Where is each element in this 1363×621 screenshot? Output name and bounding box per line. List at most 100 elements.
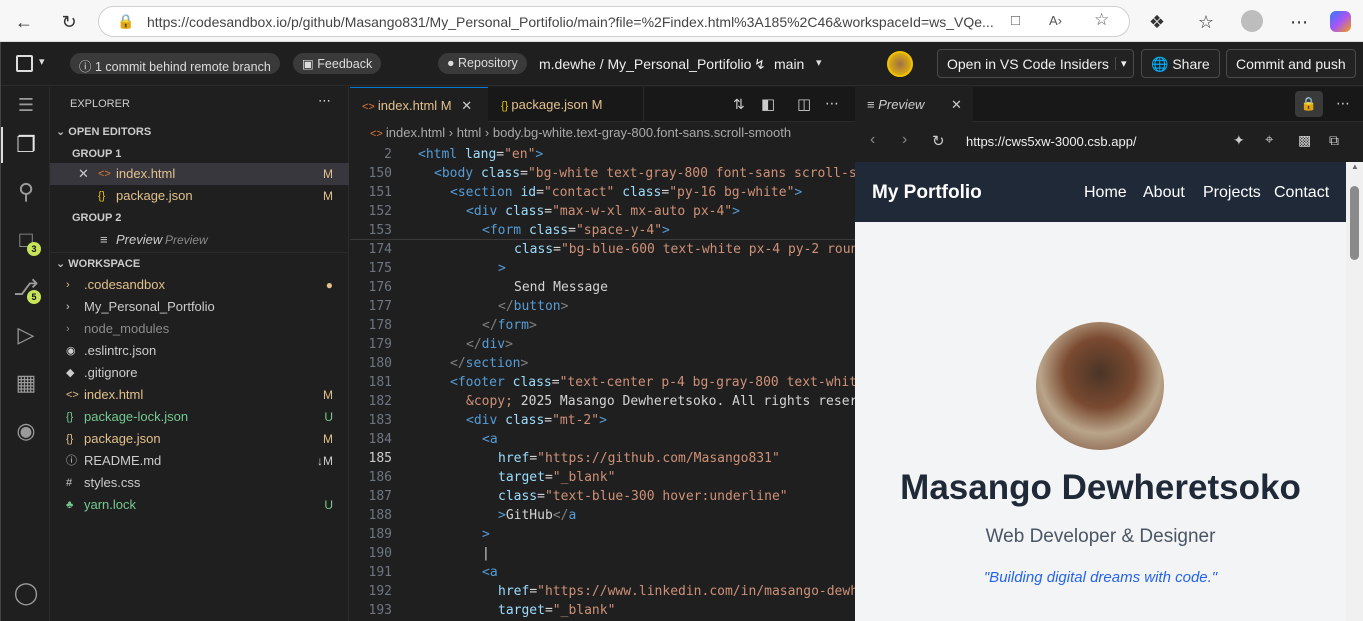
code-token: class [514,242,554,257]
line-code: <footer class="text-center p-4 bg-gray-8… [450,373,855,392]
close-icon[interactable]: ✕ [78,163,89,185]
address-bar[interactable]: 🔒 https://codesandbox.io/p/github/Masang… [98,6,1130,37]
menu-square-icon[interactable] [16,55,33,72]
extensions-icon[interactable]: ❖ [1144,9,1170,35]
breadcrumb-html[interactable]: html [457,125,482,140]
activity-bar: ☰ ❐ ⚲ □ 3 ⎇ 5 ▷ ▦ ◉ ◯ [1,87,50,621]
chevron-down-icon[interactable]: ▾ [39,55,45,68]
code-token: "text-blue-300 hover:underline" [544,489,788,504]
back-icon[interactable]: ← [11,9,37,35]
tab-package-json[interactable]: {} package.json M [489,87,644,122]
file-tree-item[interactable]: ◉ .eslintrc.json [50,340,349,362]
tab-preview[interactable]: ≡ Preview ✕ [855,87,973,122]
preview-forward-icon[interactable]: › [902,131,907,149]
code-line: 175 > [350,259,855,278]
code-line: 180 </section> [350,354,855,373]
lock-icon[interactable]: 🔒 [1295,91,1323,117]
tab-close-icon[interactable]: ✕ [461,98,472,113]
share-button[interactable]: 🌐 Share [1141,49,1220,78]
extensions-icon[interactable]: ▦ [11,368,41,398]
preview-scrollbar[interactable]: ▲ [1346,162,1363,621]
scroll-up-icon[interactable]: ▲ [1351,162,1359,171]
run-debug-icon[interactable]: ▷ [11,320,41,350]
inspect-icon[interactable]: ⌖ [1265,131,1273,148]
reader-icon[interactable]: □ [1011,12,1020,29]
code-token: > [528,318,537,333]
open-external-icon[interactable]: ⧉ [1329,132,1339,149]
nav-projects-link[interactable]: Projects [1203,184,1261,202]
branch-name[interactable]: main [774,56,804,72]
repo-path[interactable]: m.dewhe / My_Personal_Portifolio [539,56,751,72]
preview-reload-icon[interactable]: ↻ [932,132,945,150]
scroll-thumb[interactable] [1350,186,1359,260]
open-vscode-button[interactable]: Open in VS Code Insiders ▾ [937,49,1134,78]
code-token: href [498,584,530,599]
explorer-more-icon[interactable]: ⋯ [318,93,331,109]
file-tree-item[interactable]: <> index.html M [50,384,349,406]
url-text: https://codesandbox.io/p/github/Masango8… [147,14,994,30]
open-editors-header[interactable]: ⌄ OPEN EDITORS [50,121,349,143]
sparkle-icon[interactable]: ✦ [1233,132,1245,149]
commit-status-badge[interactable]: ⓘ 1 commit behind remote branch [70,53,280,74]
breadcrumb-body[interactable]: body.bg-white.text-gray-800.font-sans.sc… [493,125,791,140]
nav-home-link[interactable]: Home [1084,184,1127,202]
github-icon[interactable]: ◉ [11,416,41,446]
vscode-dropdown-icon[interactable]: ▾ [1115,57,1127,70]
line-code: </button> [498,297,568,316]
file-tree-item[interactable]: › node_modules [50,318,349,340]
nav-about-link[interactable]: About [1143,184,1185,202]
file-tree-item[interactable]: # styles.css [50,472,349,494]
console-icon[interactable]: ▩ [1298,132,1311,149]
copilot-icon[interactable] [1330,11,1351,32]
file-tree-item[interactable]: ♣ yarn.lock U [50,494,349,516]
read-aloud-icon[interactable]: A› [1049,13,1062,28]
line-number: 181 [368,375,392,390]
open-editor-item[interactable]: ≡ Preview Preview [50,229,349,251]
code-token: > [732,204,740,219]
file-name: .gitignore [84,365,138,380]
code-line: 179 </div> [350,335,855,354]
file-tree-item[interactable]: {} package.json M [50,428,349,450]
search-icon[interactable]: ⚲ [11,177,41,207]
feedback-button[interactable]: ▣ Feedback [293,53,382,74]
open-editor-item[interactable]: {} package.json M [50,185,349,207]
site-brand[interactable]: My Portfolio [872,182,982,204]
profile-avatar[interactable] [1241,10,1263,32]
editor-more-icon[interactable]: ⋯ [825,95,839,112]
open-editor-item[interactable]: ✕ <> index.html M [50,163,349,185]
preview-url[interactable]: https://cws5xw-3000.csb.app/ [966,134,1137,149]
repository-button[interactable]: ● Repository [438,53,527,74]
preview-back-icon[interactable]: ‹ [870,131,875,149]
code-token: = [544,603,553,618]
compare-changes-icon[interactable]: ⇅ [733,96,745,113]
workspace-header[interactable]: ⌄ WORKSPACE [50,252,349,274]
file-tree-item[interactable]: › My_Personal_Portfolio [50,296,349,318]
split-editor-icon[interactable]: ◫ [797,95,811,113]
explorer-files-icon[interactable]: ❐ [11,130,41,160]
favorite-star-icon[interactable]: ☆ [1094,10,1109,30]
hamburger-menu-icon[interactable]: ☰ [11,90,41,120]
file-tree-item[interactable]: › .codesandbox ● [50,274,349,296]
code-token: > [498,261,506,276]
account-icon[interactable]: ◯ [11,578,41,608]
code-line: 152 <div class="max-w-xl mx-auto px-4"> [350,202,855,221]
more-menu-icon[interactable]: ⋯ [1286,9,1312,35]
file-tree-item[interactable]: ◆ .gitignore [50,362,349,384]
code-token: target [498,470,545,485]
user-avatar[interactable] [887,51,913,77]
reload-icon[interactable]: ↻ [56,9,82,35]
line-code: </section> [450,354,528,373]
nav-contact-link[interactable]: Contact [1274,184,1329,202]
group1-label: GROUP 1 [72,148,122,160]
code-token: </ [482,318,498,333]
breadcrumb-file[interactable]: index.html [386,125,445,140]
tab-index-html[interactable]: <> index.html M ✕ [350,87,488,122]
preview-more-icon[interactable]: ⋯ [1336,95,1350,112]
tab-close-icon[interactable]: ✕ [951,87,962,122]
file-tree-item[interactable]: {} package-lock.json U [50,406,349,428]
branch-chevron-icon[interactable]: ▾ [816,56,822,69]
favorites-icon[interactable]: ☆ [1193,9,1219,35]
commit-push-button[interactable]: Commit and push [1226,49,1356,78]
file-tree-item[interactable]: ⓘ README.md ↓M [50,450,349,472]
toggle-preview-icon[interactable]: ◧ [761,95,775,113]
